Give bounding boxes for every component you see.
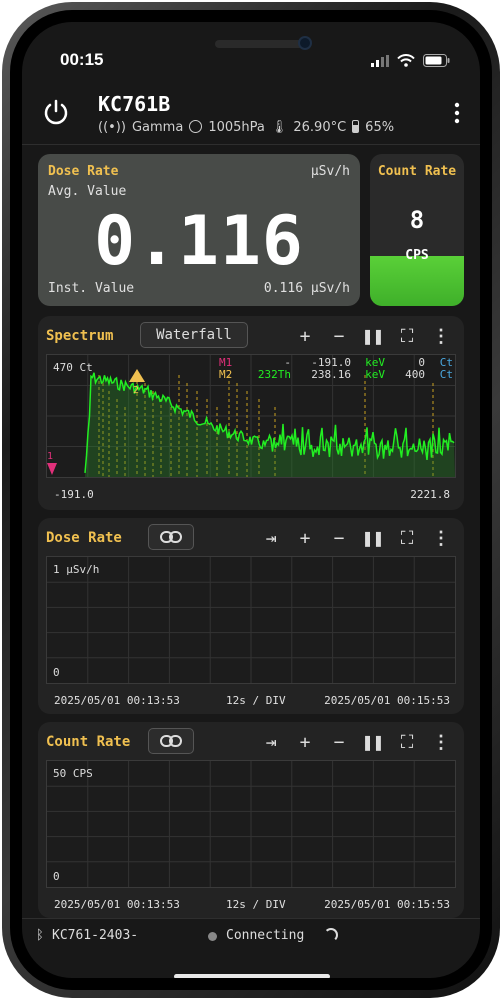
- dose-card-unit: μSv/h: [310, 164, 350, 179]
- battery-value: 65%: [365, 120, 395, 135]
- m2-unit: keV: [365, 368, 385, 381]
- fullscreen-icon[interactable]: ⛶: [396, 732, 418, 753]
- count-card-title: Count Rate: [377, 164, 457, 179]
- zoom-out-icon[interactable]: −: [328, 732, 350, 753]
- dose-rate-plot[interactable]: 1 μSv/h 0: [46, 556, 456, 684]
- count-chart-y-zero: 0: [53, 870, 60, 883]
- power-button-icon[interactable]: [42, 98, 70, 126]
- spectrum-x-max: 2221.8: [410, 488, 450, 501]
- count-chart-title: Count Rate: [46, 734, 131, 750]
- zoom-out-icon[interactable]: −: [328, 326, 350, 347]
- dose-chart-more-icon[interactable]: ⋮: [430, 528, 452, 549]
- thermometer-icon: 🌡: [270, 120, 288, 135]
- marker1-pin-icon[interactable]: [47, 463, 57, 475]
- link-icon: [160, 531, 182, 543]
- spectrum-panel: Spectrum Waterfall + − ❚❚ ⛶ ⋮ 470 Ct M1-…: [38, 316, 464, 510]
- spectrum-plot[interactable]: 470 Ct M1- -191.0 keV 0 Ct M2 232Th 238.16 keV 4…: [46, 354, 456, 478]
- spectrum-title: Spectrum: [46, 328, 114, 344]
- marker1-tag: 1: [47, 451, 54, 462]
- count-rate-unit: CPS: [405, 248, 429, 263]
- more-options-icon[interactable]: [454, 102, 460, 124]
- count-rate-card[interactable]: Count Rate 8 CPS: [370, 154, 464, 306]
- waterfall-button[interactable]: Waterfall: [140, 322, 248, 348]
- battery-icon: [423, 54, 450, 67]
- dose-chart-title: Dose Rate: [46, 530, 122, 546]
- count-chart-y-top: 50 CPS: [53, 767, 93, 780]
- status-bar: 00:15: [22, 46, 480, 76]
- count-rate-value: 8: [409, 206, 425, 234]
- marker-readout: M1- -191.0 keV 0 Ct M2 232Th 238.16 keV 400 Ct: [219, 357, 453, 381]
- dose-chart-end-time: 2025/05/01 00:15:53: [324, 694, 450, 707]
- bottom-divider: [22, 918, 480, 919]
- chart-grid: [47, 557, 455, 683]
- status-time: 00:15: [60, 50, 104, 69]
- m2-count: 400: [405, 368, 425, 381]
- count-chart-div: 12s / DIV: [226, 898, 286, 911]
- loading-spinner-icon: [324, 928, 338, 942]
- wifi-icon: [397, 54, 415, 67]
- spectrum-more-icon[interactable]: ⋮: [430, 326, 452, 347]
- app-screen: 00:15 KC761B ((•)) Gamma 1005hPa 🌡 26.90…: [22, 22, 480, 978]
- device-title: KC761B: [98, 92, 171, 116]
- inst-value-label: Inst. Value: [48, 281, 135, 296]
- zoom-out-icon[interactable]: −: [328, 528, 350, 549]
- fullscreen-icon[interactable]: ⛶: [396, 528, 418, 549]
- radiation-mode-icon: ((•)): [98, 120, 126, 135]
- spectrum-x-min: -191.0: [54, 488, 94, 501]
- dose-chart-y-zero: 0: [53, 666, 60, 679]
- zoom-in-icon[interactable]: +: [294, 528, 316, 549]
- count-chart-more-icon[interactable]: ⋮: [430, 732, 452, 753]
- dose-card-title: Dose Rate: [48, 164, 119, 179]
- fullscreen-icon[interactable]: ⛶: [396, 326, 418, 347]
- dose-rate-chart-panel: Dose Rate ⇥ + − ❚❚ ⛶ ⋮ 1 μSv/h 0 2025/05…: [38, 518, 464, 714]
- count-chart-start-time: 2025/05/01 00:13:53: [54, 898, 180, 911]
- pause-icon[interactable]: ❚❚: [362, 732, 384, 753]
- dose-chart-start-time: 2025/05/01 00:13:53: [54, 694, 180, 707]
- link-icon: [160, 735, 182, 747]
- m2-label: M2: [219, 368, 233, 381]
- device-status-line: ((•)) Gamma 1005hPa 🌡 26.90°C 65%: [98, 120, 394, 135]
- device-id: KC761-2403-: [52, 928, 139, 943]
- link-button[interactable]: [148, 524, 194, 550]
- zoom-in-icon[interactable]: +: [294, 732, 316, 753]
- pause-icon[interactable]: ❚❚: [362, 528, 384, 549]
- dose-chart-y-top: 1 μSv/h: [53, 563, 100, 576]
- m2-isotope: 232Th: [257, 368, 291, 381]
- connection-state: Connecting: [226, 928, 305, 943]
- home-indicator: [174, 974, 330, 978]
- link-button[interactable]: [148, 728, 194, 754]
- cellular-signal-icon: [371, 54, 389, 67]
- spectrum-y-label: 470 Ct: [53, 361, 93, 374]
- inst-value: 0.116 μSv/h: [263, 281, 350, 296]
- app-bar: KC761B ((•)) Gamma 1005hPa 🌡 26.90°C 65%: [22, 86, 480, 144]
- dose-chart-div: 12s / DIV: [226, 694, 286, 707]
- mode-label: Gamma: [131, 120, 184, 135]
- bluetooth-icon: ᛒ: [36, 928, 44, 943]
- status-icons: [371, 54, 450, 67]
- marker2-warning-icon[interactable]: [129, 369, 145, 382]
- temperature-value: 26.90°C: [293, 120, 347, 135]
- pause-icon[interactable]: ❚❚: [362, 326, 384, 347]
- jump-to-end-icon[interactable]: ⇥: [260, 528, 282, 549]
- count-rate-level-fill: [370, 255, 464, 306]
- phone-bezel: 00:15 KC761B ((•)) Gamma 1005hPa 🌡 26.90…: [10, 10, 492, 990]
- m2-count-unit: Ct: [439, 368, 453, 381]
- gauge-icon: [189, 120, 203, 133]
- jump-to-end-icon[interactable]: ⇥: [260, 732, 282, 753]
- count-rate-chart-panel: Count Rate ⇥ + − ❚❚ ⛶ ⋮ 50 CPS 0 2025/05…: [38, 722, 464, 918]
- m2-energy: 238.16: [311, 368, 351, 381]
- pressure-value: 1005hPa: [208, 120, 265, 135]
- chart-grid: [47, 761, 455, 887]
- phone-frame: 00:15 KC761B ((•)) Gamma 1005hPa 🌡 26.90…: [2, 2, 500, 998]
- count-chart-end-time: 2025/05/01 00:15:53: [324, 898, 450, 911]
- battery-small-icon: [352, 120, 360, 133]
- dose-rate-value: 0.116: [94, 202, 304, 281]
- zoom-in-icon[interactable]: +: [294, 326, 316, 347]
- dose-rate-card[interactable]: Dose Rate μSv/h Avg. Value 0.116 Inst. V…: [38, 154, 360, 306]
- header-divider: [22, 144, 480, 145]
- connection-dot-icon: [208, 932, 217, 941]
- avg-value-label: Avg. Value: [48, 184, 127, 199]
- count-rate-plot[interactable]: 50 CPS 0: [46, 760, 456, 888]
- marker2-tag: 2: [133, 385, 140, 396]
